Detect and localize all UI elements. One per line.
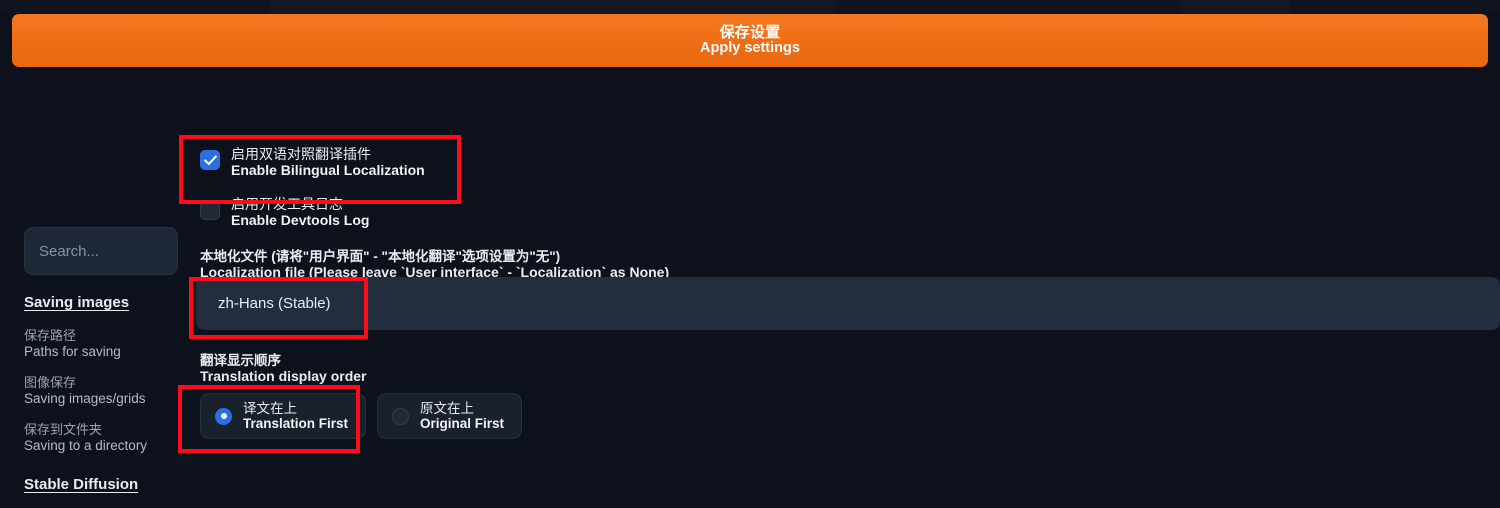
settings-page: 保存设置 Apply settings Saving images 保存路径 P… xyxy=(0,0,1500,508)
label-en: Enable Bilingual Localization xyxy=(231,162,425,178)
sidebar-item-paths-for-saving[interactable]: 保存路径 Paths for saving xyxy=(24,328,196,360)
sidebar-item-label-en: Saving to a directory xyxy=(24,438,148,453)
sidebar-item-saving-to-a-directory[interactable]: 保存到文件夹 Saving to a directory xyxy=(24,422,196,454)
apply-settings-label-en: Apply settings xyxy=(700,40,800,56)
sidebar-item-label-zh: 保存到文件夹 xyxy=(24,422,103,437)
enable-devtools-log-label: 启用开发工具日志 Enable Devtools Log xyxy=(231,196,369,228)
translation-display-order-label: 翻译显示顺序 Translation display order xyxy=(200,353,367,384)
enable-bilingual-localization-label: 启用双语对照翻译插件 Enable Bilingual Localization xyxy=(231,146,425,178)
sidebar: Saving images 保存路径 Paths for saving 图像保存… xyxy=(0,80,196,508)
search-box[interactable] xyxy=(24,227,178,275)
apply-settings-label-zh: 保存设置 xyxy=(719,24,781,41)
search-input[interactable] xyxy=(39,242,159,260)
sidebar-item-label-zh: 保存路径 xyxy=(24,328,77,343)
sidebar-section-saving-images[interactable]: Saving images xyxy=(24,294,196,311)
radio-option-original-first[interactable]: 原文在上 Original First xyxy=(377,393,523,439)
sidebar-item-label-en: Saving images/grids xyxy=(24,391,146,406)
checkbox-unchecked-icon[interactable] xyxy=(200,200,220,220)
localization-label-zh: 本地化文件 (请将"用户界面" - "本地化翻译"选项设置为"无") xyxy=(200,249,561,264)
sidebar-item-label-en: Paths for saving xyxy=(24,344,121,359)
sidebar-section-stable-diffusion[interactable]: Stable Diffusion xyxy=(24,476,196,493)
radio-option-label: 原文在上 Original First xyxy=(420,401,504,431)
radio-label-zh: 原文在上 xyxy=(420,401,475,416)
label-zh: 启用开发工具日志 xyxy=(231,196,343,212)
radio-label-en: Original First xyxy=(420,416,505,431)
radio-option-translation-first[interactable]: 译文在上 Translation First xyxy=(200,393,367,439)
sidebar-nav: Saving images 保存路径 Paths for saving 图像保存… xyxy=(24,294,196,508)
display-order-label-zh: 翻译显示顺序 xyxy=(200,353,281,368)
radio-unselected-icon[interactable] xyxy=(392,407,410,425)
enable-bilingual-localization-row[interactable]: 启用双语对照翻译插件 Enable Bilingual Localization xyxy=(200,146,425,178)
label-en: Enable Devtools Log xyxy=(231,212,370,228)
settings-main-panel: 启用双语对照翻译插件 Enable Bilingual Localization… xyxy=(196,80,1500,508)
radio-label-zh: 译文在上 xyxy=(243,401,297,416)
radio-label-en: Translation First xyxy=(243,416,349,431)
radio-selected-icon[interactable] xyxy=(215,407,232,425)
enable-devtools-log-row[interactable]: 启用开发工具日志 Enable Devtools Log xyxy=(200,196,369,228)
label-zh: 启用双语对照翻译插件 xyxy=(231,146,371,162)
radio-option-label: 译文在上 Translation First xyxy=(243,401,348,431)
translation-display-order-radio-group: 译文在上 Translation First 原文在上 Original Fir… xyxy=(200,393,523,439)
sidebar-item-saving-images-grids[interactable]: 图像保存 Saving images/grids xyxy=(24,375,196,407)
localization-file-selected-value: zh-Hans (Stable) xyxy=(218,295,331,312)
localization-file-dropdown[interactable]: zh-Hans (Stable) xyxy=(196,277,1500,330)
checkbox-checked-icon[interactable] xyxy=(200,150,220,170)
sidebar-item-label-zh: 图像保存 xyxy=(24,375,77,390)
window-top-strip xyxy=(0,0,1500,13)
display-order-label-en: Translation display order xyxy=(200,368,367,384)
localization-file-label: 本地化文件 (请将"用户界面" - "本地化翻译"选项设置为"无") Local… xyxy=(200,249,669,280)
apply-settings-button[interactable]: 保存设置 Apply settings xyxy=(12,14,1488,67)
